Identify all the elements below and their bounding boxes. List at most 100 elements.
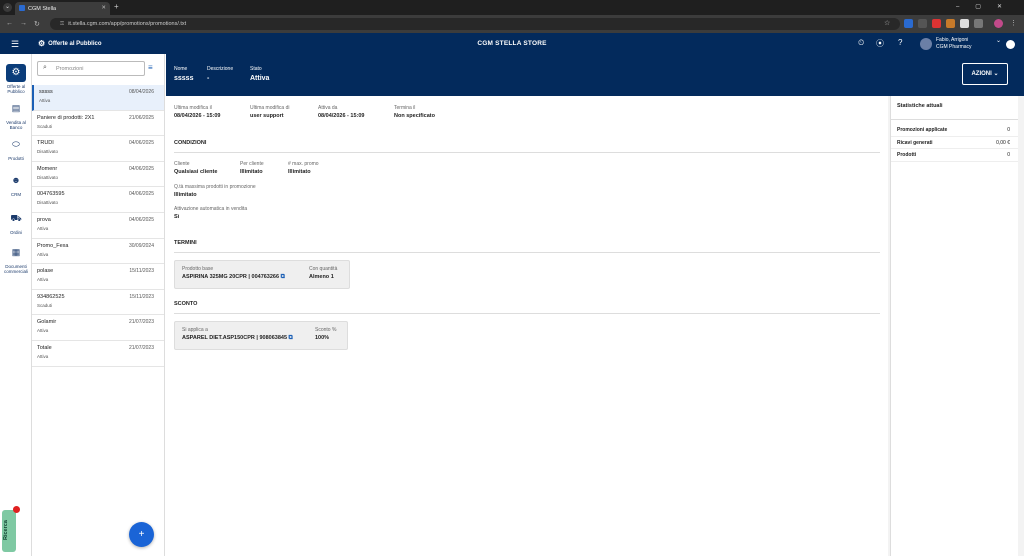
favicon-icon: [19, 5, 25, 11]
user-menu[interactable]: Fabio, Arrigoni CGM Pharmacy ⌄: [920, 36, 1015, 52]
forward-icon[interactable]: →: [20, 20, 27, 27]
browser-tab[interactable]: CGM Stella ✕: [15, 2, 110, 15]
search-placeholder: Promozioni: [56, 66, 84, 72]
clock-icon[interactable]: ⏲: [858, 38, 864, 48]
reload-icon[interactable]: ↻: [34, 20, 40, 28]
rail-item-ordini[interactable]: ⛟ Ordini: [0, 213, 32, 236]
item-status: Attiva: [37, 328, 49, 334]
profile-icon[interactable]: [994, 19, 1003, 28]
extension-icon[interactable]: [904, 19, 913, 28]
browser-tab-bar: ⌄ CGM Stella ✕ + –▢✕: [0, 0, 1024, 15]
app-header: ☰ ⚙ Offerte al Pubblico CGM STELLA STORE …: [0, 33, 1024, 54]
item-date: 15/11/2023: [129, 293, 154, 300]
item-status: Attiva: [37, 277, 49, 283]
rail-item-documenti[interactable]: ▦ Documenti commerciali: [0, 248, 32, 275]
add-promotion-button[interactable]: +: [129, 522, 154, 547]
list-item[interactable]: 004763595 Disattivato 04/06/2025: [32, 187, 164, 213]
extension-icon[interactable]: [960, 19, 969, 28]
stat-row: Ricavi generati 0,00 €: [891, 137, 1018, 149]
statistics-title: Statistiche attuali: [891, 96, 1018, 120]
ricerca-button[interactable]: Ricerca: [2, 506, 20, 552]
bookmark-star-icon[interactable]: ☆: [884, 19, 890, 27]
site-info-icon[interactable]: ⚿: [60, 21, 64, 27]
item-status: Scaduti: [37, 302, 53, 308]
list-item[interactable]: Promo_Fexa Attiva 30/09/2024: [32, 239, 164, 265]
item-date: 21/07/2023: [128, 319, 154, 326]
item-status: Attiva: [37, 353, 49, 359]
rail-label: Vendita al Banco: [6, 120, 26, 130]
extension-icon[interactable]: [932, 19, 941, 28]
field-descrizione: Descrizione -: [207, 66, 234, 82]
rail-label: Prodotti: [8, 156, 24, 161]
extension-icon[interactable]: [918, 19, 927, 28]
list-item[interactable]: TRUDI Disattivato 04/06/2025: [32, 136, 164, 162]
broadcast-icon[interactable]: ⦿: [876, 38, 884, 49]
item-date: 15/11/2023: [129, 268, 154, 275]
item-status: Disattivato: [37, 149, 59, 155]
register-icon: ▤: [11, 103, 21, 113]
address-bar-row: ← → ↻ ⚿ it.stella.cgm.com/app/promotions/…: [0, 15, 1024, 33]
statistics-panel: Statistiche attuali Promozioni applicate…: [890, 96, 1018, 556]
list-item[interactable]: Paniere di prodotti: 2X1 Scaduti 21/06/202…: [32, 111, 164, 137]
rail-item-vendita[interactable]: ▤ Vendita al Banco: [0, 103, 32, 131]
item-status: Attiva: [37, 225, 49, 231]
condition-field: Per cliente Illimitato: [240, 161, 264, 175]
item-date: 08/04/2026: [128, 89, 154, 95]
theme-toggle[interactable]: [1006, 40, 1015, 49]
list-item[interactable]: sssss Attiva 08/04/2026: [32, 85, 164, 111]
tab-close-icon[interactable]: ✕: [101, 5, 106, 11]
gear-icon: ⚙: [6, 64, 26, 82]
list-item[interactable]: Momenr Disattivato 04/06/2025: [32, 162, 164, 188]
list-item[interactable]: Totale Attiva 21/07/2023: [32, 341, 164, 367]
user-name: Fabio, Arrigoni: [936, 37, 969, 43]
filter-icon[interactable]: ≡: [148, 63, 153, 72]
window-controls[interactable]: –▢✕: [956, 3, 1018, 10]
copy-icon[interactable]: ⧉: [289, 335, 293, 341]
stat-row: Prodotti 0: [891, 149, 1018, 162]
detail-main: Ultima modifica il 08/04/2026 - 15:09 Ult…: [166, 96, 888, 556]
item-date: 21/06/2025: [128, 114, 154, 121]
search-icon: ⌕: [43, 64, 47, 71]
rail-label: Offerte al Pubblico: [6, 84, 26, 94]
list-item[interactable]: prova Attiva 04/06/2025: [32, 213, 164, 239]
copy-icon[interactable]: ⧉: [281, 274, 285, 280]
extensions-puzzle-icon[interactable]: [974, 19, 983, 28]
notification-dot: [13, 506, 20, 513]
item-date: 04/06/2025: [128, 165, 154, 172]
meta-field: Ultima modifica il 08/04/2026 - 15:09: [174, 105, 221, 119]
extension-icon[interactable]: [946, 19, 955, 28]
meta-field: Attiva da 08/04/2026 - 15:09: [318, 105, 365, 119]
azioni-button[interactable]: AZIONI ⌄: [962, 63, 1008, 85]
list-item[interactable]: Golamir Attiva 21/07/2023: [32, 315, 164, 341]
list-item[interactable]: 934862525 Scaduti 15/11/2023: [32, 290, 164, 316]
rail-item-offerte[interactable]: ⚙ Offerte al Pubblico: [0, 64, 32, 94]
promotions-list-panel: ⌕ Promozioni ≡ sssss Attiva 08/04/2026 Pan…: [32, 54, 165, 556]
chevron-down-icon: ⌄: [993, 71, 999, 77]
browser-menu-icon[interactable]: ⋮: [1010, 19, 1017, 27]
condition-field: Cliente Qualsiasi cliente: [174, 161, 218, 175]
new-tab-icon[interactable]: +: [114, 2, 119, 11]
item-date: 30/09/2024: [128, 242, 154, 249]
item-status: Attiva: [39, 98, 51, 103]
item-status: Disattivato: [37, 200, 59, 206]
sconto-percent-field: Sconto % 100%: [315, 327, 337, 341]
url-input[interactable]: ⚿ it.stella.cgm.com/app/promotions/promot…: [50, 18, 900, 30]
rail-item-prodotti[interactable]: ⬭ Prodotti: [0, 139, 32, 162]
item-status: Disattivato: [37, 174, 59, 180]
sconto-card: Si applica a ASPAREL DIET.ASP150CPR | 90…: [174, 321, 348, 350]
search-input[interactable]: ⌕ Promozioni: [37, 61, 145, 76]
url-text: it.stella.cgm.com/app/promotions/promoti…: [68, 21, 187, 27]
item-date: 04/06/2025: [128, 191, 154, 198]
rail-item-crm[interactable]: ☻ CRM: [0, 175, 32, 198]
rail-label: Documenti commerciali: [3, 264, 28, 274]
list-item[interactable]: polase Attiva 15/11/2023: [32, 264, 164, 290]
chevron-down-icon[interactable]: ⌄: [996, 37, 1001, 44]
cart-icon: ⛟: [10, 213, 22, 223]
people-icon: ☻: [11, 175, 21, 185]
quantita-field: Con quantità Almeno 1: [309, 266, 338, 280]
section-condizioni: CONDIZIONI: [174, 140, 880, 153]
pill-icon: ⬭: [12, 139, 20, 149]
tab-search-icon[interactable]: ⌄: [3, 3, 12, 12]
back-icon[interactable]: ←: [6, 20, 13, 27]
help-icon[interactable]: ?: [898, 38, 902, 47]
